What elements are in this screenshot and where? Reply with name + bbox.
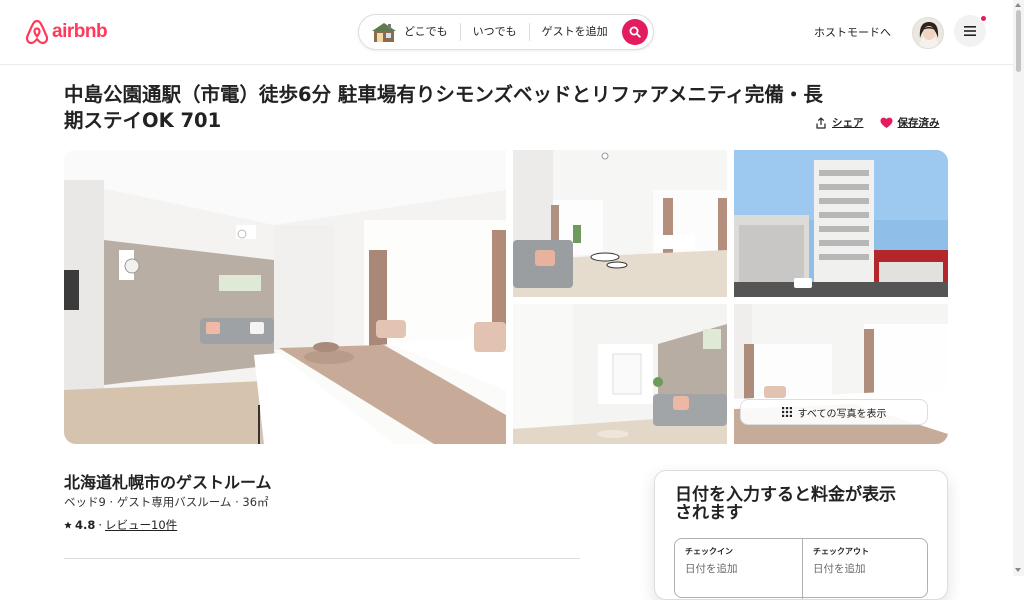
listing-details: ベッド9 · ゲスト専用バスルーム · 36㎡ bbox=[64, 495, 269, 509]
heart-icon bbox=[880, 117, 892, 128]
scroll-down-icon[interactable] bbox=[1015, 568, 1021, 572]
host-mode-link[interactable]: ホストモードへ bbox=[814, 24, 891, 40]
page-scrollbar[interactable] bbox=[1013, 0, 1024, 576]
checkout-label: チェックアウト bbox=[813, 547, 869, 556]
search-where[interactable]: どこでも bbox=[404, 14, 460, 50]
save-label: 保存済み bbox=[897, 117, 940, 129]
share-button[interactable]: シェア bbox=[815, 115, 864, 130]
logo-text: airbnb bbox=[52, 21, 108, 42]
share-label: シェア bbox=[832, 117, 864, 129]
menu-icon bbox=[964, 26, 976, 36]
listing-subtitle: 北海道札幌市のゲストルーム bbox=[64, 473, 272, 492]
search-guests[interactable]: ゲストを追加 bbox=[530, 14, 620, 50]
share-icon bbox=[816, 116, 826, 129]
avatar[interactable] bbox=[912, 17, 944, 49]
save-button[interactable]: 保存済み bbox=[880, 115, 940, 130]
star-icon bbox=[64, 521, 72, 529]
checkin-field[interactable]: チェックイン 日付を追加 bbox=[675, 539, 802, 599]
building-photo bbox=[734, 150, 948, 297]
search-bar[interactable]: どこでも いつでも ゲストを追加 bbox=[358, 14, 654, 50]
top-header: airbnb どこでも いつでも ゲストを追加 ホストモードへ bbox=[0, 0, 1024, 65]
listing-title: 中島公園通駅（市電）徒歩6分 駐車場有りシモンズベッドとリファアメニティ完備・長… bbox=[64, 83, 823, 132]
search-button[interactable] bbox=[622, 19, 648, 45]
search-icon bbox=[629, 26, 641, 38]
notification-dot bbox=[980, 15, 987, 22]
show-all-photos-label: すべての写真を表示 bbox=[797, 408, 887, 420]
scrollbar-thumb[interactable] bbox=[1016, 10, 1021, 72]
booking-card-title: 日付を入力すると料金が表示されます bbox=[675, 485, 896, 523]
date-picker[interactable]: チェックイン 日付を追加 チェックアウト 日付を追加 bbox=[674, 538, 929, 599]
listing-actions: シェア 保存済み bbox=[815, 115, 940, 130]
checkin-value: 日付を追加 bbox=[685, 563, 738, 575]
booking-card: 日付を入力すると料金が表示されます チェックイン 日付を追加 チェックアウト 日… bbox=[654, 470, 948, 600]
reviews-link[interactable]: レビュー10件 bbox=[105, 517, 177, 533]
section-divider bbox=[64, 558, 580, 559]
hallway-photo bbox=[513, 304, 727, 444]
checkout-value: 日付を追加 bbox=[813, 563, 866, 575]
rating-separator: · bbox=[98, 518, 103, 532]
photo-building-exterior[interactable] bbox=[734, 150, 948, 297]
airbnb-logo-icon bbox=[25, 19, 49, 45]
bedroom-photo bbox=[64, 150, 506, 444]
checkout-field[interactable]: チェックアウト 日付を追加 bbox=[802, 539, 929, 599]
photo-main[interactable] bbox=[64, 150, 506, 444]
rating-value: 4.8 bbox=[75, 518, 96, 532]
living-room-photo bbox=[513, 150, 727, 297]
rating-row: 4.8 · レビュー10件 bbox=[64, 517, 177, 533]
show-all-photos-button[interactable]: すべての写真を表示 bbox=[740, 399, 928, 425]
checkin-label: チェックイン bbox=[685, 547, 733, 556]
airbnb-logo[interactable]: airbnb bbox=[25, 19, 108, 45]
photo-living-room[interactable] bbox=[513, 150, 727, 297]
avatar-image bbox=[913, 18, 943, 48]
house-icon bbox=[372, 23, 396, 42]
grid-icon bbox=[781, 407, 792, 417]
photo-hallway[interactable] bbox=[513, 304, 727, 444]
search-when[interactable]: いつでも bbox=[461, 14, 529, 50]
scroll-up-icon[interactable] bbox=[1015, 3, 1021, 7]
